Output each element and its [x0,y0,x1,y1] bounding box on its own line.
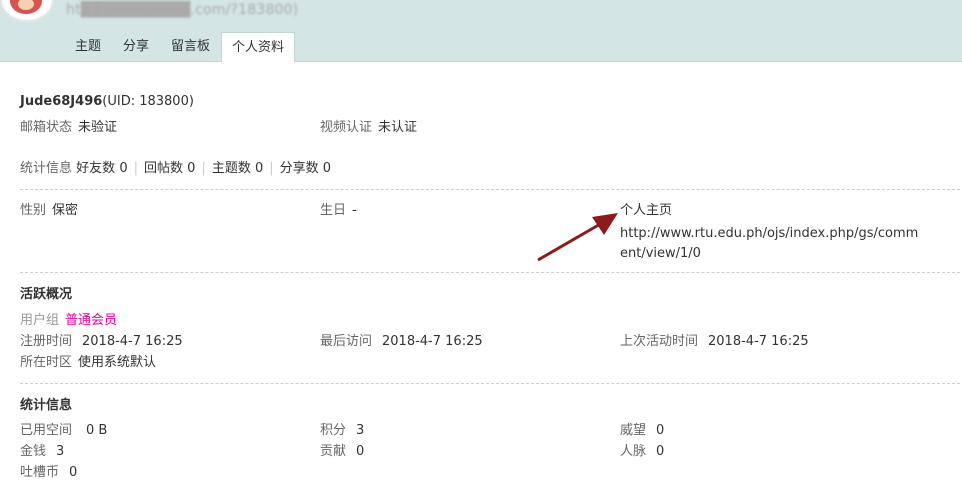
money-value: 3 [56,444,65,459]
separator: | [201,161,206,176]
divider [20,189,960,190]
money-label: 金钱 [20,444,47,459]
last-active-label: 上次活动时间 [620,334,699,349]
last-visit-value: 2018-4-7 16:25 [382,334,483,349]
birthday-value: - [352,203,357,218]
birthday-label: 生日 [320,203,347,218]
email-status-label: 邮箱状态 [20,120,73,135]
last-active: 上次活动时间 2018-4-7 16:25 [620,333,809,351]
used-space-value: 0 B [86,423,108,438]
statistics-title: 统计信息 [20,398,73,413]
shares-count-label: 分享数 [279,161,319,176]
gender: 性别 保密 [20,202,78,220]
used-space: 已用空间 0 B [20,422,107,440]
uid: (UID: 183800) [102,94,194,109]
timezone-label: 所在时区 [20,355,73,370]
replies-count-value: 0 [187,161,196,176]
topics-count-value: 0 [254,161,264,176]
register-time-label: 注册时间 [20,334,73,349]
profile-tabs: 主题 分享 留言板 个人资料 [64,32,296,62]
stats-label: 统计信息 [20,161,73,176]
profile-title: Jude68J496(UID: 183800) [20,93,194,111]
birthday: 生日 - [320,202,357,220]
gender-value: 保密 [52,203,79,218]
tab-message-board[interactable]: 留言板 [160,32,221,61]
usergroup-label: 用户组 [20,313,60,328]
tab-shares[interactable]: 分享 [112,32,160,61]
video-auth-label: 视频认证 [320,120,373,135]
separator: | [269,161,274,176]
stats-summary: 统计信息 好友数 0 | 回帖数 0 | 主题数 0 | 分享数 0 [20,160,331,178]
profile-header: ht██████████.com/?183800) 主题 分享 留言板 个人资料 [0,0,962,62]
profile-url: ht██████████.com/?183800) [66,2,299,18]
prestige-label: 威望 [620,423,647,438]
used-space-label: 已用空间 [20,423,73,438]
divider [20,272,960,273]
video-auth: 视频认证 未认证 [320,119,417,137]
homepage-link[interactable]: http://www.rtu.edu.ph/ojs/index.php/gs/c… [620,224,920,264]
divider [20,383,960,384]
arrow-shaft [537,221,603,262]
tab-topics[interactable]: 主题 [64,32,112,61]
tab-personal-info[interactable]: 个人资料 [221,32,296,62]
annotation-arrow-icon [537,213,618,262]
email-status: 邮箱状态 未验证 [20,119,117,137]
register-time-value: 2018-4-7 16:25 [82,334,183,349]
credits: 积分 3 [320,422,364,440]
friends-count-label: 好友数 [76,161,116,176]
gender-label: 性别 [20,203,47,218]
connections: 人脉 0 [620,443,664,461]
contribution-label: 贡献 [320,444,347,459]
contribution: 贡献 0 [320,443,364,461]
last-visit: 最后访问 2018-4-7 16:25 [320,333,483,351]
credits-value: 3 [356,423,365,438]
register-time: 注册时间 2018-4-7 16:25 [20,333,183,351]
topics-count-label: 主题数 [211,161,251,176]
usergroup-value[interactable]: 普通会员 [65,313,117,328]
username: Jude68J496 [20,94,103,109]
prestige: 威望 0 [620,422,664,440]
shares-count-value: 0 [322,161,332,176]
tucao-coins-label: 吐槽币 [20,465,60,480]
prestige-value: 0 [656,423,665,438]
connections-label: 人脉 [620,444,647,459]
timezone-value: 使用系统默认 [78,355,157,370]
shares-count[interactable]: 分享数 0 [280,161,331,176]
arrow-head [592,213,618,235]
friends-count[interactable]: 好友数 0 [76,161,127,176]
connections-value: 0 [656,444,665,459]
video-auth-value: 未认证 [378,120,418,135]
usergroup: 用户组 普通会员 [20,312,117,330]
friends-count-value: 0 [119,161,128,176]
contribution-value: 0 [356,444,365,459]
tucao-coins-value: 0 [69,465,78,480]
credits-label: 积分 [320,423,347,438]
replies-count[interactable]: 回帖数 0 [144,161,195,176]
last-active-value: 2018-4-7 16:25 [708,334,809,349]
activity-title: 活跃概况 [20,287,73,302]
last-visit-label: 最后访问 [320,334,373,349]
email-status-value: 未验证 [78,120,118,135]
replies-count-label: 回帖数 [143,161,183,176]
tucao-coins: 吐槽币 0 [20,464,77,482]
homepage-label: 个人主页 [620,203,673,218]
topics-count[interactable]: 主题数 0 [212,161,263,176]
avatar-face-icon [10,0,42,14]
money: 金钱 3 [20,443,64,461]
timezone: 所在时区 使用系统默认 [20,354,156,372]
avatar[interactable] [0,0,54,22]
separator: | [133,161,138,176]
